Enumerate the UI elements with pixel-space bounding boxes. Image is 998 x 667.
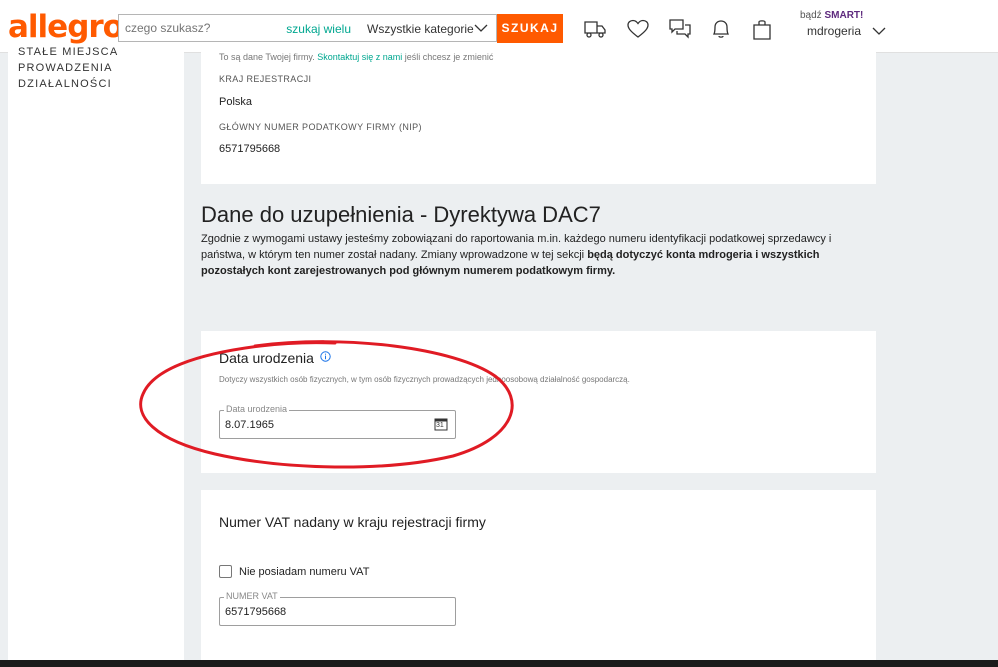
vat-card: Numer VAT nadany w kraju rejestracji fir… xyxy=(201,490,876,660)
category-select[interactable]: Wszystkie kategorie xyxy=(357,14,497,42)
country-label: KRAJ REJESTRACJI xyxy=(219,74,312,84)
shopping-bag-icon[interactable] xyxy=(750,18,774,40)
allegro-logo[interactable]: allegro xyxy=(8,9,124,45)
company-note-prefix: To są dane Twojej firmy. xyxy=(219,52,315,62)
nip-label: GŁÓWNY NUMER PODATKOWY FIRMY (NIP) xyxy=(219,122,422,132)
sidebar-item-business-locations[interactable]: STAŁE MIEJSCA PROWADZENIA DZIAŁALNOŚCI xyxy=(18,44,158,92)
smart-badge[interactable]: bądź SMART! xyxy=(800,10,863,21)
messages-icon[interactable] xyxy=(668,18,692,40)
annotation-ellipse xyxy=(139,340,514,469)
company-note-suffix: jeśli chcesz je zmienić xyxy=(404,52,494,62)
vat-number-field[interactable]: NUMER VAT xyxy=(219,591,456,626)
smart-label: SMART! xyxy=(824,10,864,21)
category-label: Wszystkie kategorie xyxy=(367,22,474,36)
no-vat-checkbox-label[interactable]: Nie posiadam numeru VAT xyxy=(239,566,369,578)
user-name[interactable]: mdrogeria xyxy=(807,24,861,38)
vat-number-field-label: NUMER VAT xyxy=(224,591,280,601)
country-value: Polska xyxy=(219,96,253,108)
vat-number-input[interactable] xyxy=(225,606,405,618)
heart-icon[interactable] xyxy=(626,18,650,40)
search-button[interactable]: SZUKAJ xyxy=(497,14,563,43)
search-input[interactable] xyxy=(125,21,285,35)
no-vat-checkbox[interactable] xyxy=(219,565,232,578)
vat-title: Numer VAT nadany w kraju rejestracji fir… xyxy=(219,514,486,530)
taskbar-edge xyxy=(0,660,998,667)
search-box[interactable]: szukaj wielu xyxy=(118,14,358,42)
dac7-description: Zgodnie z wymogami ustawy jesteśmy zobow… xyxy=(201,231,851,279)
nip-value: 6571795668 xyxy=(219,143,281,155)
chevron-down-icon[interactable] xyxy=(872,24,886,38)
smart-prefix: bądź xyxy=(800,10,822,21)
dac7-title: Dane do uzupełnienia - Dyrektywa DAC7 xyxy=(201,202,601,227)
contact-us-link[interactable]: Skontaktuj się z nami xyxy=(317,52,402,62)
delivery-truck-icon[interactable] xyxy=(583,18,607,40)
search-many-link[interactable]: szukaj wielu xyxy=(286,22,351,36)
company-note: To są dane Twojej firmy. Skontaktuj się … xyxy=(219,52,493,62)
company-data-card: To są dane Twojej firmy. Skontaktuj się … xyxy=(201,48,876,184)
chevron-down-icon xyxy=(474,24,488,32)
bell-icon[interactable] xyxy=(709,18,733,40)
